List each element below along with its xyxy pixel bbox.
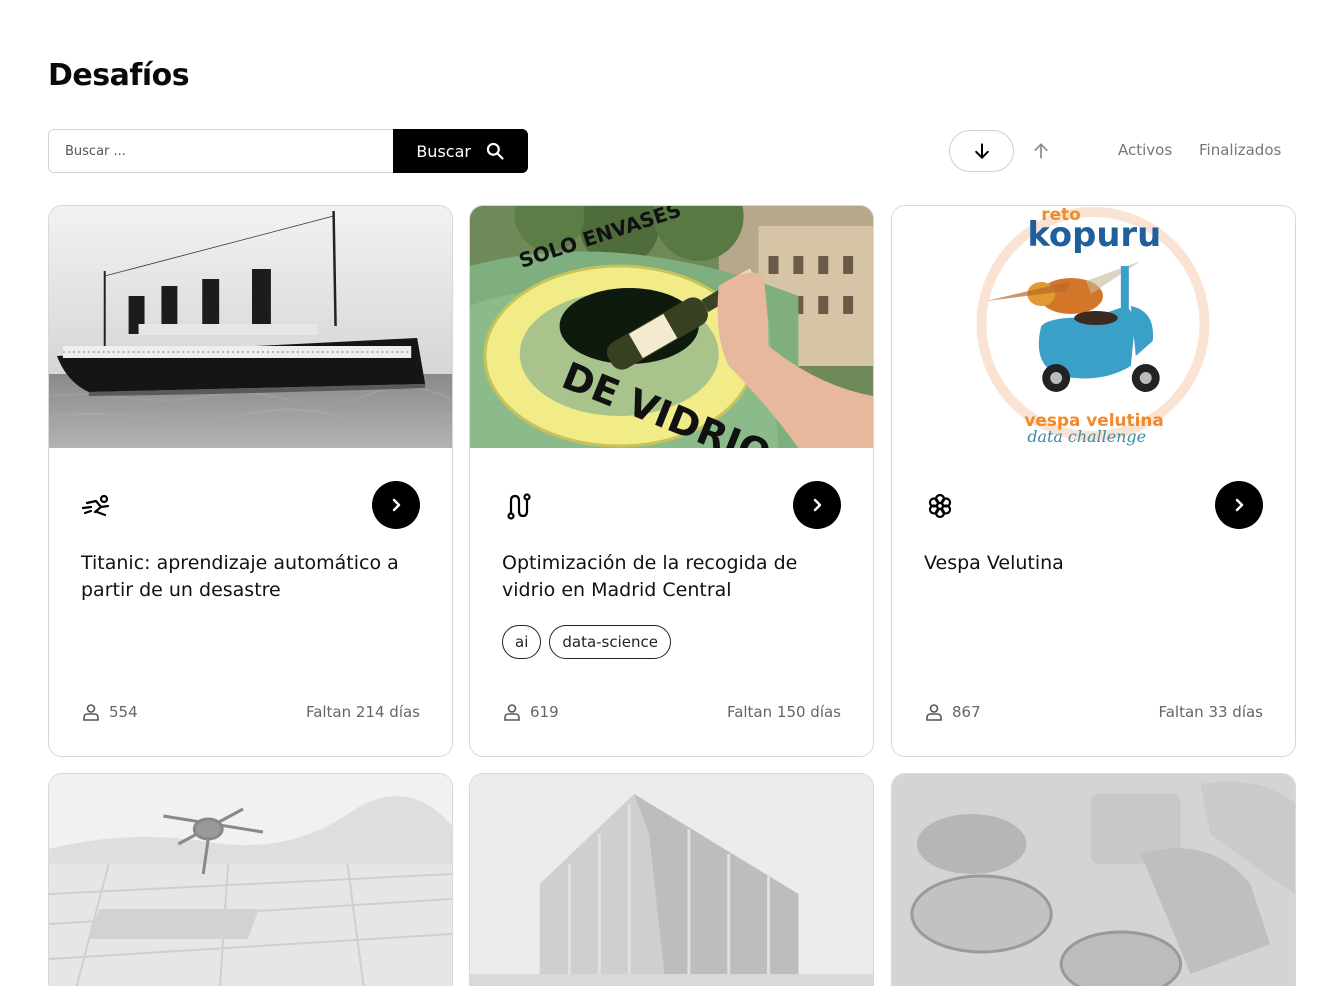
chevron-right-icon — [1235, 498, 1244, 512]
challenge-footer: 619 Faltan 150 días — [502, 702, 841, 722]
user-icon — [504, 704, 520, 721]
challenge-card[interactable] — [469, 773, 874, 986]
participants-count: 554 — [81, 702, 138, 722]
participants-value: 867 — [952, 703, 981, 721]
kopuru-logo-sub2: data challenge — [1027, 427, 1146, 446]
chevron-right-icon — [813, 498, 822, 512]
challenge-card[interactable]: reto kopuru vespa velutina data challeng… — [891, 205, 1296, 757]
participants-count: 619 — [502, 702, 559, 722]
filter-finished-link[interactable]: Finalizados — [1199, 141, 1281, 159]
tag-ai[interactable]: ai — [502, 625, 542, 659]
search-icon — [486, 142, 504, 160]
remaining-days: Faltan 33 días — [1158, 703, 1263, 721]
search-button[interactable]: Buscar — [393, 129, 528, 173]
glass-recycling-image: SOLO ENVASES DE VIDRIO — [470, 206, 873, 448]
titanic-image — [49, 206, 452, 448]
swimmer-icon — [81, 491, 113, 521]
search-button-label: Buscar — [416, 141, 471, 161]
participants-count: 867 — [924, 702, 981, 722]
sort-descending-button[interactable] — [949, 130, 1014, 172]
chevron-right-icon — [392, 498, 401, 512]
challenge-title: Optimización de la recogida de vidrio en… — [502, 552, 798, 601]
challenge-footer: 554 Faltan 214 días — [81, 702, 420, 722]
open-challenge-button[interactable] — [1215, 481, 1263, 529]
participants-value: 554 — [109, 703, 138, 721]
kopuru-logo-main: kopuru — [1027, 215, 1161, 254]
building-image — [470, 774, 873, 986]
search-input[interactable] — [48, 129, 394, 173]
user-icon — [926, 704, 942, 721]
tag-list: ai data-science — [502, 625, 671, 659]
open-challenge-button[interactable] — [372, 481, 420, 529]
challenge-card[interactable] — [891, 773, 1296, 986]
participants-value: 619 — [530, 703, 559, 721]
arrow-up-icon — [1034, 143, 1048, 159]
route-icon — [502, 491, 534, 521]
kopuru-logo-image: reto kopuru vespa velutina data challeng… — [892, 206, 1295, 448]
tag-data-science[interactable]: data-science — [549, 625, 671, 659]
arrow-down-icon — [974, 143, 989, 159]
remaining-days: Faltan 214 días — [305, 703, 420, 721]
challenge-title: Titanic: aprendizaje automático a partir… — [81, 552, 399, 601]
challenge-card[interactable]: SOLO ENVASES DE VIDRIO Optimización de l… — [469, 205, 874, 757]
remaining-days: Faltan 150 días — [726, 703, 841, 721]
sort-ascending-button[interactable] — [1028, 138, 1054, 164]
user-icon — [83, 704, 99, 721]
page-title: Desafíos — [48, 58, 190, 93]
challenge-card[interactable]: Titanic: aprendizaje automático a partir… — [48, 205, 453, 757]
open-challenge-button[interactable] — [793, 481, 841, 529]
challenge-title: Vespa Velutina — [924, 552, 1064, 574]
food-containers-image — [892, 774, 1295, 986]
challenge-card[interactable] — [48, 773, 453, 986]
challenge-footer: 867 Faltan 33 días — [924, 702, 1263, 722]
filter-active-link[interactable]: Activos — [1118, 141, 1172, 159]
search-bar: Buscar — [48, 129, 528, 173]
flower-icon — [924, 491, 956, 521]
drone-fields-image — [49, 774, 452, 986]
